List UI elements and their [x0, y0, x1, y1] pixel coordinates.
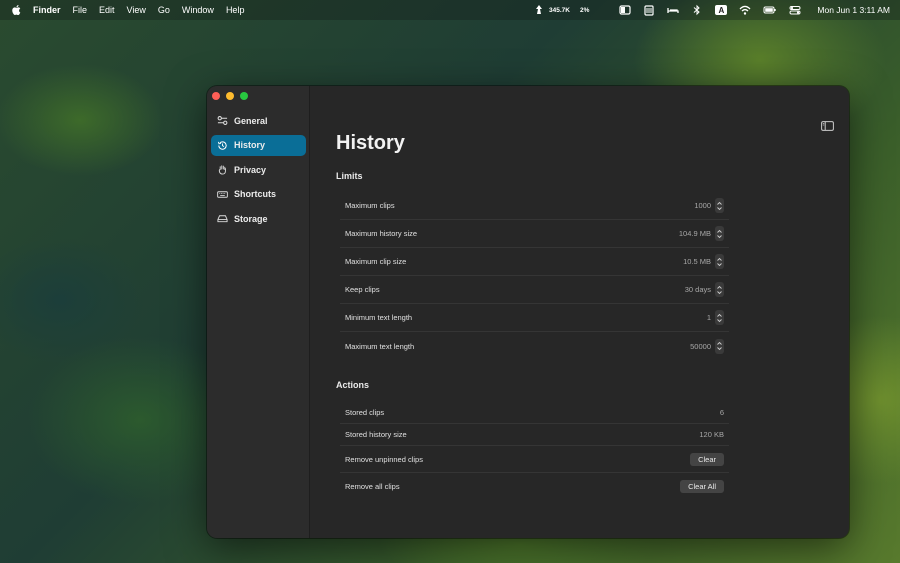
sidebar-item-label: History [234, 140, 266, 150]
network-value: 345.7K [549, 6, 570, 14]
minimize-button[interactable] [226, 92, 234, 100]
remove-unpinned-row: Remove unpinned clips Clear [340, 446, 729, 473]
limit-row-keep-clips: Keep clips 30 days [340, 276, 729, 304]
sidebar-item-label: Shortcuts [234, 189, 277, 199]
menu-app-name[interactable]: Finder [33, 5, 61, 15]
wifi-icon[interactable] [739, 4, 751, 16]
stored-history-size-value: 120 KB [699, 430, 724, 439]
window-controls [212, 92, 248, 100]
clear-button[interactable]: Clear [690, 452, 724, 466]
sidebar: General History Privacy Shortcuts Storag… [207, 86, 310, 538]
limit-row-max-clip-size: Maximum clip size 10.5 MB [340, 248, 729, 276]
stored-clips-value: 6 [719, 408, 724, 417]
chevron-down-icon[interactable] [716, 262, 723, 267]
menu-clock[interactable]: Mon Jun 1 3:11 AM [817, 5, 890, 15]
menu-help[interactable]: Help [226, 5, 245, 15]
page-title: History [336, 132, 405, 154]
sidebar-item-storage[interactable]: Storage [211, 208, 306, 229]
row-label: Minimum text length [345, 313, 413, 322]
max-clip-size-value[interactable]: 10.5 MB [683, 257, 711, 266]
max-text-length-stepper[interactable] [715, 338, 724, 354]
drive-icon [217, 215, 228, 223]
limit-row-max-text-length: Maximum text length 50000 [340, 332, 729, 360]
min-text-length-value[interactable]: 1 [707, 313, 711, 322]
remove-all-row: Remove all clips Clear All [340, 473, 729, 500]
main-content: History Limits Maximum clips 1000 Maximu… [310, 86, 849, 538]
limits-section-title: Limits [336, 171, 363, 181]
row-label: Maximum clip size [345, 257, 407, 266]
row-label: Stored clips [345, 408, 385, 417]
clock-history-icon [217, 140, 227, 150]
max-clips-stepper[interactable] [715, 198, 724, 213]
bed-icon[interactable] [667, 4, 680, 16]
max-text-length-value[interactable]: 50000 [690, 342, 711, 351]
min-text-length-stepper[interactable] [715, 310, 724, 325]
cpu-value: 2% [579, 6, 590, 14]
menu-file[interactable]: File [73, 5, 88, 15]
close-button[interactable] [212, 92, 220, 100]
menu-view[interactable]: View [127, 5, 146, 15]
keep-clips-stepper[interactable] [715, 282, 724, 297]
limit-row-max-clips: Maximum clips 1000 [340, 192, 729, 220]
sidebar-item-privacy[interactable]: Privacy [211, 159, 306, 180]
window-layout-icon[interactable] [619, 4, 631, 16]
network-stat[interactable]: 345.7K [549, 7, 570, 14]
row-label: Maximum clips [345, 201, 395, 210]
hand-icon [218, 165, 226, 175]
sidebar-item-label: Storage [234, 213, 268, 224]
sidebar-item-history[interactable]: History [211, 134, 306, 156]
zoom-button[interactable] [240, 92, 248, 100]
row-label: Maximum history size [345, 229, 418, 238]
bluetooth-icon[interactable] [691, 4, 703, 16]
keyboard-icon [217, 190, 228, 198]
chevron-down-icon[interactable] [716, 290, 723, 295]
menu-edit[interactable]: Edit [99, 5, 115, 15]
limits-list: Maximum clips 1000 Maximum history size … [340, 192, 729, 360]
stored-clips-row: Stored clips 6 [340, 402, 729, 424]
sliders-icon [217, 116, 228, 125]
sidebar-nav: General History Privacy Shortcuts Storag… [211, 110, 306, 233]
max-history-size-value[interactable]: 104.9 MB [679, 229, 711, 238]
menu-bar: Finder File Edit View Go Window Help 345… [0, 0, 900, 20]
max-history-size-stepper[interactable] [715, 226, 724, 241]
cpu-stat[interactable]: 2% [580, 7, 589, 14]
menu-go[interactable]: Go [158, 5, 170, 15]
max-clip-size-stepper[interactable] [715, 254, 724, 269]
settings-window: General History Privacy Shortcuts Storag… [207, 86, 849, 538]
clipboard-icon[interactable] [643, 4, 655, 16]
keep-clips-value[interactable]: 30 days [685, 285, 711, 294]
limit-row-min-text-length: Minimum text length 1 [340, 304, 729, 332]
chevron-down-icon[interactable] [716, 234, 723, 239]
row-label: Maximum text length [345, 341, 415, 351]
actions-section-title: Actions [336, 380, 370, 390]
sidebar-item-label: General [234, 115, 268, 126]
chevron-down-icon[interactable] [716, 318, 723, 323]
sidebar-item-shortcuts[interactable]: Shortcuts [211, 184, 306, 205]
sidebar-toggle-icon[interactable] [821, 121, 834, 131]
menu-window[interactable]: Window [182, 5, 214, 15]
row-label: Stored history size [345, 430, 407, 439]
max-clips-value[interactable]: 1000 [694, 201, 711, 210]
control-center-icon[interactable] [789, 4, 801, 16]
sidebar-item-label: Privacy [234, 164, 267, 175]
row-label: Keep clips [345, 285, 380, 294]
row-label: Remove unpinned clips [345, 454, 423, 464]
limit-row-max-history-size: Maximum history size 104.9 MB [340, 220, 729, 248]
clear-all-button[interactable]: Clear All [680, 480, 724, 493]
apple-icon[interactable] [11, 4, 23, 16]
actions-list: Stored clips 6 Stored history size 120 K… [340, 402, 729, 500]
chevron-down-icon[interactable] [716, 206, 723, 211]
row-label: Remove all clips [345, 482, 400, 491]
chevron-down-icon[interactable] [716, 346, 723, 351]
sidebar-item-general[interactable]: General [211, 110, 306, 131]
monitor-app-icon[interactable] [533, 4, 545, 16]
stored-history-size-row: Stored history size 120 KB [340, 424, 729, 446]
input-source-icon[interactable]: A [715, 5, 728, 15]
battery-icon[interactable] [763, 4, 777, 16]
